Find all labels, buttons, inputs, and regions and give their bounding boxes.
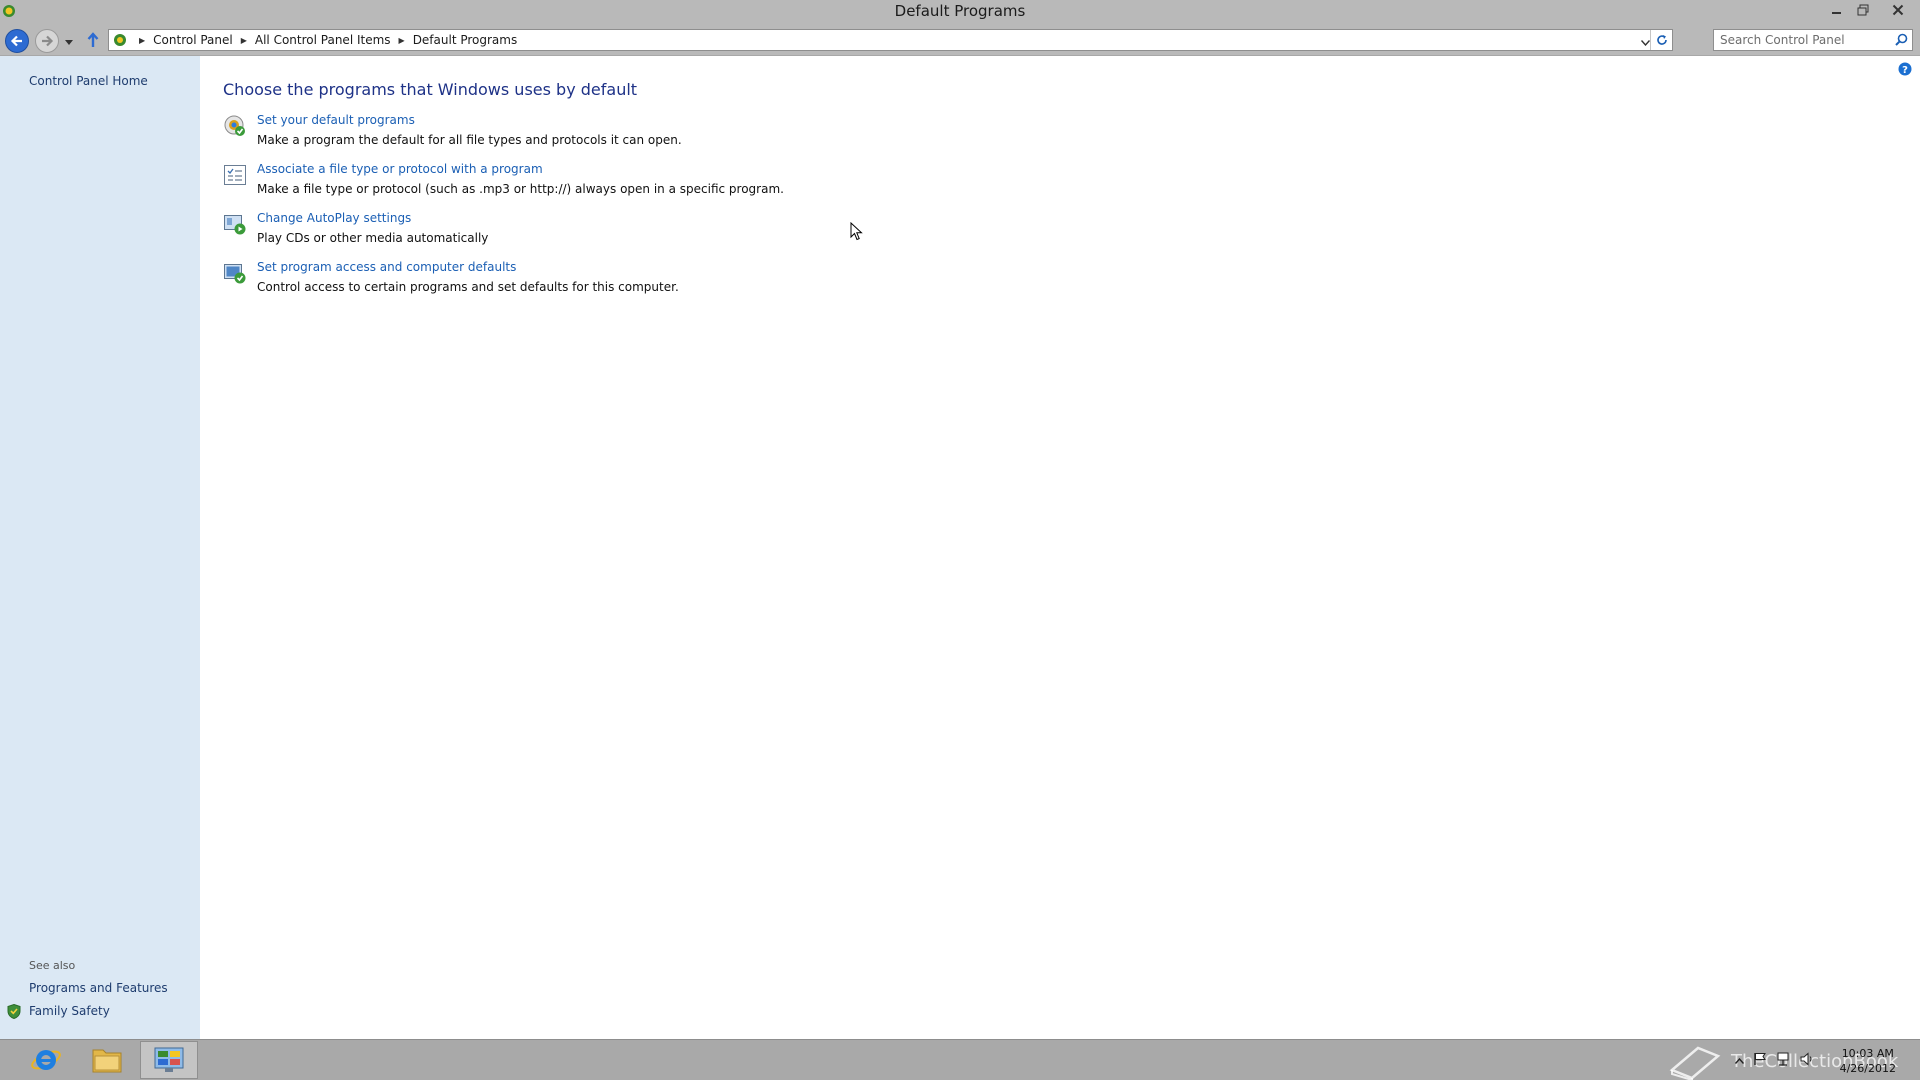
network-icon[interactable] [1776, 1052, 1790, 1069]
taskbar: TheCollectionBook 10:03 AM 4/26/2012 [0, 1039, 1920, 1080]
change-autoplay-settings-link[interactable]: Change AutoPlay settings [257, 211, 411, 225]
autoplay-icon [223, 212, 247, 236]
svg-text:?: ? [1902, 65, 1908, 76]
shield-icon [7, 1003, 21, 1022]
back-arrow-icon [10, 35, 22, 47]
volume-icon[interactable] [1800, 1051, 1814, 1069]
show-hidden-icons-button[interactable] [1734, 1053, 1745, 1067]
chevron-down-icon [65, 40, 73, 45]
close-icon [1892, 4, 1904, 16]
action-center-flag-icon[interactable] [1754, 1052, 1766, 1069]
see-also-label: See also [29, 959, 76, 972]
mouse-cursor-icon [850, 221, 863, 244]
address-dropdown-button[interactable] [1640, 35, 1651, 49]
restore-button[interactable] [1850, 0, 1876, 20]
control-panel-home-link[interactable]: Control Panel Home [29, 74, 148, 88]
recent-locations-button[interactable] [65, 35, 73, 49]
forward-arrow-icon [42, 35, 54, 47]
file-association-icon [223, 163, 247, 187]
breadcrumb-control-panel[interactable]: Control Panel [153, 33, 233, 47]
breadcrumb: ▶ Control Panel ▶ All Control Panel Item… [131, 33, 517, 47]
page-title: Choose the programs that Windows uses by… [223, 80, 638, 99]
clock[interactable]: 10:03 AM 4/26/2012 [1840, 1046, 1896, 1076]
window-title: Default Programs [894, 2, 1026, 20]
minimize-icon [1832, 12, 1841, 14]
chevron-down-icon [1640, 40, 1651, 47]
taskbar-file-explorer[interactable] [78, 1041, 136, 1079]
left-navigation-pane: Control Panel Home See also Programs and… [0, 56, 200, 1039]
taskbar-control-panel[interactable] [140, 1041, 198, 1079]
internet-explorer-icon [31, 1050, 61, 1070]
refresh-icon [1657, 35, 1667, 45]
address-bar[interactable]: ▶ Control Panel ▶ All Control Panel Item… [108, 29, 1673, 51]
taskbar-internet-explorer[interactable] [17, 1041, 75, 1079]
task-description: Make a file type or protocol (such as .m… [257, 182, 784, 196]
control-panel-location-icon [113, 33, 127, 50]
associate-file-type-link[interactable]: Associate a file type or protocol with a… [257, 162, 543, 176]
task-description: Play CDs or other media automatically [257, 231, 489, 245]
control-panel-icon [154, 1047, 184, 1072]
forward-button[interactable] [35, 29, 59, 53]
system-tray [1734, 1048, 1814, 1072]
task-description: Control access to certain programs and s… [257, 280, 679, 294]
file-explorer-icon [92, 1049, 122, 1073]
restore-icon [1857, 4, 1869, 16]
family-safety-link[interactable]: Family Safety [29, 1004, 110, 1018]
breadcrumb-all-control-panel-items[interactable]: All Control Panel Items [255, 33, 391, 47]
task-description: Make a program the default for all file … [257, 133, 682, 147]
breadcrumb-separator-icon[interactable]: ▶ [241, 36, 247, 45]
set-default-programs-link[interactable]: Set your default programs [257, 113, 415, 127]
clock-date: 4/26/2012 [1839, 1062, 1896, 1075]
window-controls [1824, 0, 1920, 22]
search-box [1713, 29, 1913, 51]
search-icon[interactable] [1895, 33, 1908, 49]
program-access-defaults-link[interactable]: Set program access and computer defaults [257, 260, 516, 274]
minimize-button[interactable] [1824, 0, 1850, 20]
breadcrumb-default-programs[interactable]: Default Programs [413, 33, 518, 47]
title-bar: Default Programs [0, 0, 1920, 25]
breadcrumb-separator-icon[interactable]: ▶ [139, 36, 145, 45]
watermark: TheCollectionBook [1668, 1042, 1898, 1080]
help-icon[interactable]: ? [1898, 62, 1912, 79]
navigation-bar: ▶ Control Panel ▶ All Control Panel Item… [0, 25, 1920, 56]
search-input[interactable] [1714, 30, 1884, 50]
back-button[interactable] [5, 29, 29, 53]
program-access-icon [223, 261, 247, 285]
programs-and-features-link[interactable]: Programs and Features [29, 981, 168, 995]
clock-time: 10:03 AM [1841, 1047, 1894, 1060]
main-content: ? Choose the programs that Windows uses … [200, 56, 1920, 1039]
breadcrumb-separator-icon[interactable]: ▶ [399, 36, 405, 45]
up-arrow-icon [87, 32, 99, 47]
book-logo-icon [1669, 1046, 1721, 1080]
default-programs-icon [223, 114, 247, 138]
chevron-up-icon [1734, 1057, 1745, 1064]
close-button[interactable] [1876, 0, 1920, 20]
up-button[interactable] [86, 32, 100, 51]
refresh-button[interactable] [1650, 30, 1672, 50]
